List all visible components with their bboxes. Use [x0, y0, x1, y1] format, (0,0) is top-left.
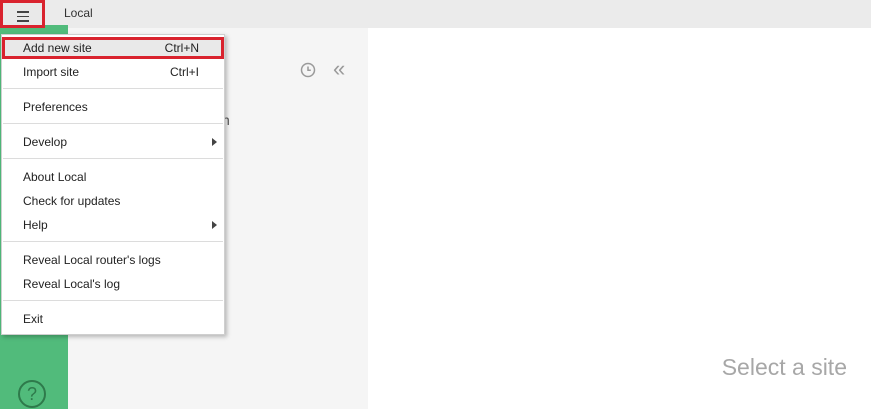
menu-item-develop[interactable]: Develop — [2, 131, 224, 153]
menu-item-import-site[interactable]: Import site Ctrl+I — [2, 61, 224, 83]
menu-item-label: Check for updates — [23, 194, 121, 208]
menu-item-check-for-updates[interactable]: Check for updates — [2, 190, 224, 212]
menu-item-label: Help — [23, 218, 48, 232]
menu-item-help[interactable]: Help — [2, 214, 224, 236]
submenu-arrow-icon — [212, 138, 217, 146]
menu-item-shortcut: Ctrl+N — [164, 41, 199, 55]
menu-item-about-local[interactable]: About Local — [2, 166, 224, 188]
app-menu: Add new site Ctrl+N Import site Ctrl+I P… — [1, 34, 225, 335]
app-title: Local — [64, 6, 93, 20]
help-icon[interactable]: ? — [18, 380, 46, 408]
menu-separator — [3, 158, 223, 159]
menu-item-shortcut: Ctrl+I — [169, 65, 199, 79]
menu-item-label: About Local — [23, 170, 87, 184]
menu-item-label: Add new site — [23, 41, 92, 55]
menu-item-add-new-site[interactable]: Add new site Ctrl+N — [2, 37, 224, 59]
menu-item-label: Reveal Local's log — [23, 277, 121, 291]
empty-state-message: Select a site — [721, 354, 847, 380]
menu-separator — [3, 123, 223, 124]
main-content: Select a site — [368, 28, 871, 409]
menu-item-label: Import site — [23, 65, 80, 79]
menu-item-label: Reveal Local router's logs — [23, 253, 161, 267]
menu-item-reveal-local-log[interactable]: Reveal Local's log — [2, 273, 224, 295]
menu-separator — [3, 300, 223, 301]
hamburger-menu-button[interactable] — [0, 0, 45, 28]
menu-separator — [3, 88, 223, 89]
hamburger-icon — [17, 11, 29, 22]
title-bar: Local — [0, 0, 871, 28]
submenu-arrow-icon — [212, 221, 217, 229]
history-icon[interactable] — [300, 62, 316, 78]
menu-separator — [3, 241, 223, 242]
menu-item-label: Exit — [23, 312, 44, 326]
menu-item-label: Develop — [23, 135, 68, 149]
menu-item-reveal-router-logs[interactable]: Reveal Local router's logs — [2, 249, 224, 271]
collapse-icon[interactable]: « — [333, 58, 345, 80]
menu-item-label: Preferences — [23, 100, 88, 114]
menu-item-preferences[interactable]: Preferences — [2, 96, 224, 118]
menu-item-exit[interactable]: Exit — [2, 308, 224, 330]
